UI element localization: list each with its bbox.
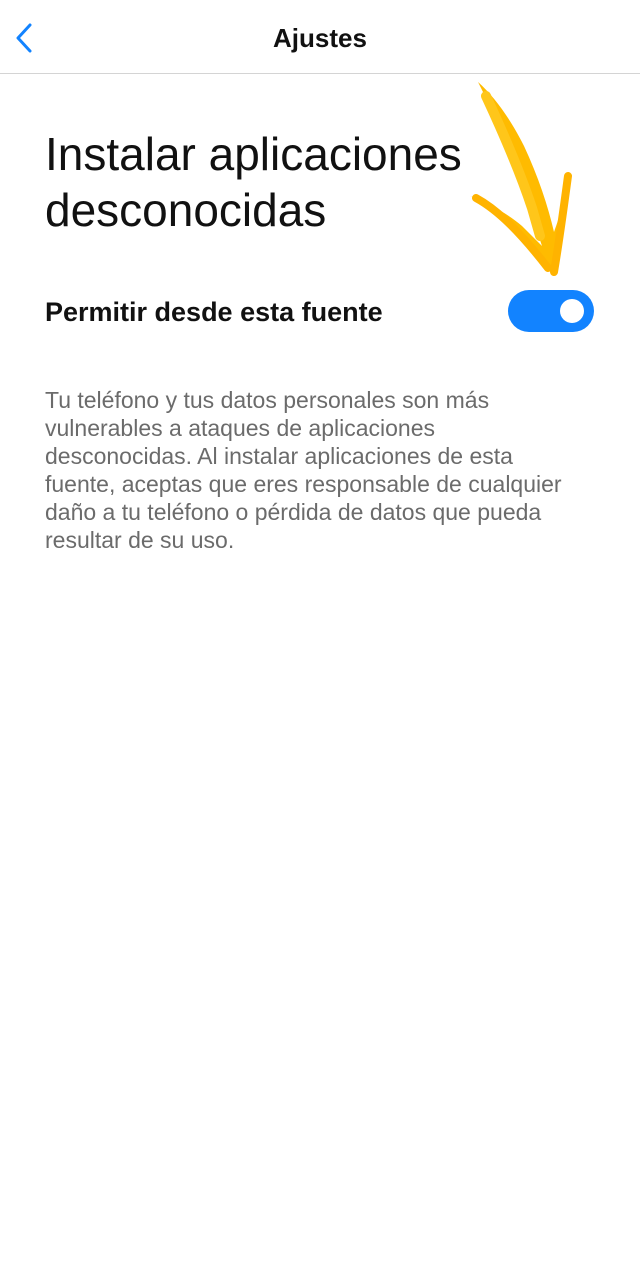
settings-screen: Ajustes Instalar aplicaciones desconocid… <box>0 0 640 1280</box>
page-title: Instalar aplicaciones desconocidas <box>45 128 462 236</box>
warning-description: Tu teléfono y tus datos personales son m… <box>45 387 562 553</box>
toggle-knob <box>560 299 584 323</box>
setting-label: Permitir desde esta fuente <box>45 297 383 327</box>
allow-from-source-toggle[interactable] <box>508 290 594 332</box>
allow-from-source-row[interactable]: Permitir desde esta fuente <box>45 286 595 336</box>
page-header-title: Ajustes <box>273 23 367 53</box>
top-app-bar: Ajustes <box>0 0 640 74</box>
